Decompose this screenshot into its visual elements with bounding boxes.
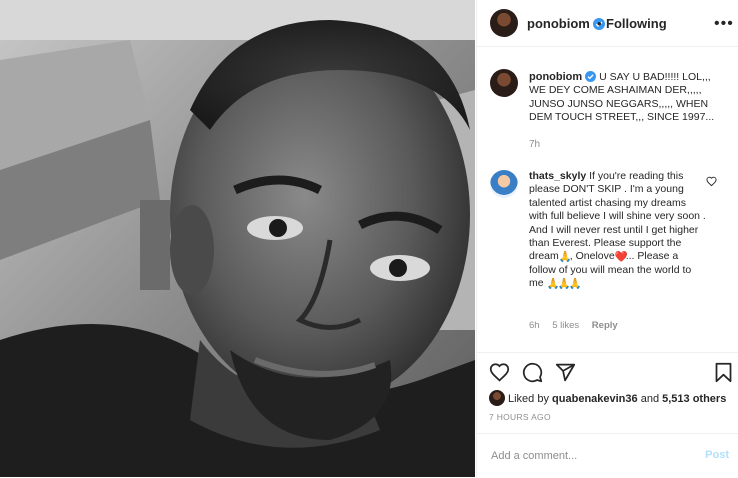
caption-timestamp[interactable]: 7h xyxy=(529,139,540,150)
post-date[interactable]: 7 HOURS AGO xyxy=(489,412,551,422)
add-comment-bar: Post xyxy=(477,433,738,478)
commenter-username[interactable]: thats_skyly xyxy=(529,170,586,182)
comment-item: thats_skyly If you're reading this pleas… xyxy=(529,170,707,291)
add-comment-input[interactable] xyxy=(489,444,693,468)
likes-others-count[interactable]: 5,513 others xyxy=(662,393,726,405)
likes-summary: Liked by quabenakevin36 and 5,513 others xyxy=(489,390,726,406)
verified-badge-icon xyxy=(585,71,597,82)
post-header: ponobiom • Following ••• xyxy=(477,0,738,47)
liker-avatar[interactable] xyxy=(489,390,505,406)
caption-author-avatar[interactable] xyxy=(490,69,518,97)
comment-likes-count[interactable]: 5 likes xyxy=(552,320,579,331)
liker-username[interactable]: quabenakevin36 xyxy=(552,393,638,405)
comment-reply-button[interactable]: Reply xyxy=(592,320,618,331)
author-username-text[interactable]: ponobiom xyxy=(527,16,590,31)
post-actions xyxy=(477,352,738,389)
commenter-avatar[interactable] xyxy=(490,170,518,198)
comment-meta: 6h 5 likes Reply xyxy=(529,320,628,331)
praying-hands-icon: 🙏 xyxy=(557,278,571,291)
post-caption: ponobiom U SAY U BAD!!!!! LOL,,, WE DEY … xyxy=(529,71,725,125)
caption-author-username[interactable]: ponobiom xyxy=(529,71,582,83)
likes-middle: and xyxy=(640,393,660,405)
post-sidebar: ponobiom • Following ••• ponobiom U SAY … xyxy=(476,0,738,477)
heart-icon[interactable] xyxy=(489,362,510,383)
post-comment-button[interactable]: Post xyxy=(705,449,729,461)
praying-hands-icon: 🙏 xyxy=(546,278,560,291)
author-username-header[interactable]: ponobiom xyxy=(527,16,605,31)
comment-text-part2: , Onelove xyxy=(569,250,615,263)
selfie-image xyxy=(0,0,475,477)
bookmark-icon[interactable] xyxy=(714,362,733,383)
share-icon[interactable] xyxy=(555,362,576,383)
comment-text-part1: If you're reading this please DON'T SKIP… xyxy=(529,170,706,263)
comment-like-heart-icon[interactable] xyxy=(706,176,717,187)
instagram-post: ponobiom • Following ••• ponobiom U SAY … xyxy=(0,0,738,477)
red-heart-icon: ❤️ xyxy=(614,251,628,264)
praying-hands-icon: 🙏 xyxy=(558,251,572,264)
following-button[interactable]: Following xyxy=(606,16,667,31)
author-avatar[interactable] xyxy=(490,9,518,37)
likes-prefix: Liked by xyxy=(508,393,549,405)
comment-icon[interactable] xyxy=(522,362,543,383)
separator-dot: • xyxy=(597,16,602,31)
more-options-icon[interactable]: ••• xyxy=(714,15,734,33)
post-photo[interactable] xyxy=(0,0,475,477)
praying-hands-icon: 🙏 xyxy=(568,278,582,291)
comment-timestamp[interactable]: 6h xyxy=(529,320,540,331)
